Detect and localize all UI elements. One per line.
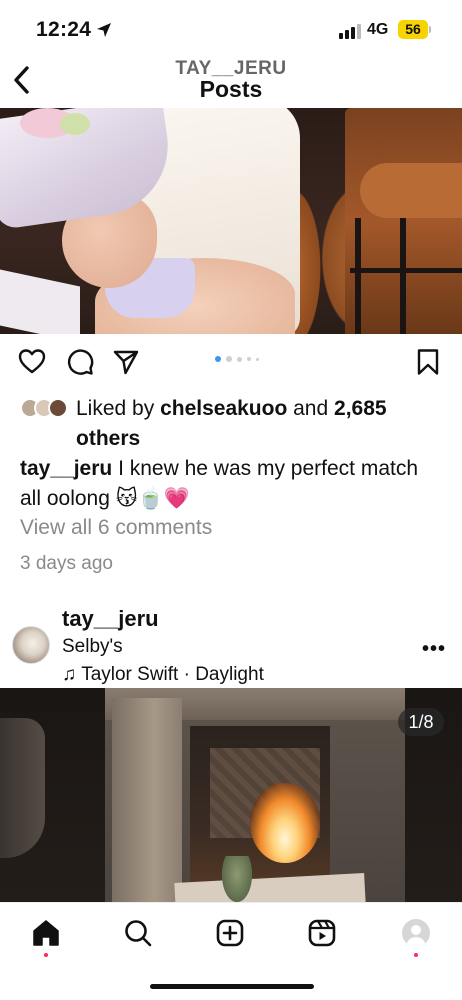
home-indicator — [150, 984, 314, 989]
nav-reels[interactable] — [306, 917, 338, 949]
share-icon[interactable] — [112, 348, 140, 376]
more-options-button[interactable]: ••• — [422, 638, 446, 661]
carousel-dot — [226, 356, 232, 362]
carousel-dot — [256, 357, 259, 361]
create-icon — [216, 919, 244, 947]
post-header: tay__jeru Selby's ♫ Taylor Swift · Dayli… — [0, 602, 462, 688]
post-caption: tay__jeru I knew he was my perfect match… — [20, 454, 440, 514]
page-title: Posts — [199, 76, 263, 102]
nav-header: TAY__JERU Posts — [0, 56, 462, 108]
liked-by-avatars — [20, 398, 76, 418]
status-bar: 12:24 4G 56 — [0, 0, 462, 56]
music-note-icon: ♫ — [62, 664, 77, 685]
bookmark-icon[interactable] — [416, 348, 440, 376]
carousel-dot — [237, 356, 242, 362]
likes-text: Liked by chelseakuoo and 2,685 others — [76, 394, 450, 454]
status-time: 12:24 — [36, 18, 92, 41]
nav-profile[interactable] — [400, 917, 432, 949]
notification-dot — [44, 953, 48, 957]
notification-dot — [414, 953, 418, 957]
home-icon — [33, 920, 59, 946]
music-label: Taylor Swift · Daylight — [81, 664, 264, 685]
nav-search[interactable] — [122, 917, 154, 949]
post-username[interactable]: tay__jeru — [62, 606, 159, 632]
post-image[interactable]: 1/8 — [0, 688, 462, 902]
liked-user[interactable]: chelseakuoo — [160, 397, 287, 420]
search-icon — [125, 920, 152, 947]
comment-icon[interactable] — [66, 348, 94, 376]
location-arrow-icon — [97, 23, 111, 37]
avatar[interactable] — [12, 626, 50, 664]
post-image[interactable] — [0, 108, 462, 334]
network-label: 4G — [367, 21, 389, 38]
carousel-dot — [247, 357, 251, 361]
carousel-indicator — [215, 356, 259, 362]
battery-icon: 56 — [398, 20, 428, 39]
heart-icon[interactable] — [18, 348, 46, 374]
nav-create[interactable] — [214, 917, 246, 949]
liked-prefix: Liked by — [76, 397, 161, 420]
view-comments-link[interactable]: View all 6 comments — [20, 516, 212, 540]
image-counter-badge: 1/8 — [398, 708, 444, 736]
post-timestamp: 3 days ago — [20, 553, 113, 574]
liked-mid: and — [287, 397, 335, 420]
post-location[interactable]: Selby's — [62, 636, 123, 658]
post-music[interactable]: ♫ Taylor Swift · Daylight — [62, 664, 264, 686]
caption-username[interactable]: tay__jeru — [20, 457, 112, 480]
profile-icon — [402, 919, 430, 947]
likes-row[interactable]: Liked by chelseakuoo and 2,685 others — [20, 394, 450, 454]
battery-tip — [429, 26, 431, 33]
carousel-dot — [215, 356, 221, 362]
reels-icon — [308, 919, 336, 947]
avatar — [48, 398, 68, 418]
nav-home[interactable] — [30, 917, 62, 949]
signal-icon — [339, 24, 361, 39]
